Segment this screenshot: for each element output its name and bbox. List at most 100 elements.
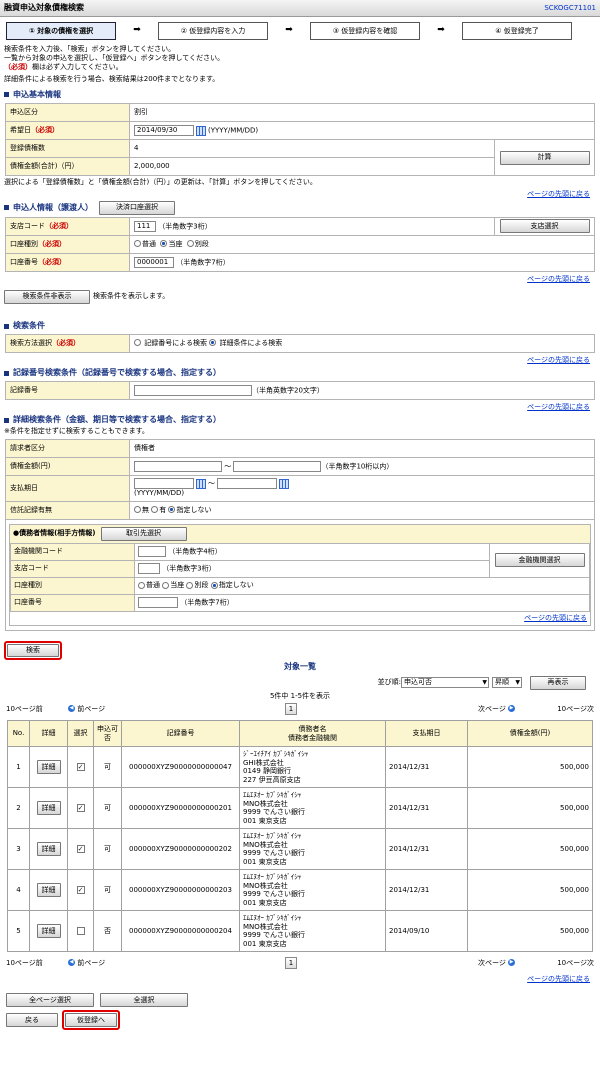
- table-row: 5 詳細 否 000000XYZ90000000000204 ｴﾑｴﾇｵｰ ｶﾌﾞｼｷｶ…: [7, 910, 593, 953]
- step-4: ④ 仮登録完了: [462, 22, 572, 40]
- calendar-icon[interactable]: [279, 478, 290, 489]
- radio-debtor-futsu[interactable]: [138, 581, 145, 589]
- next-page-label: 次ページ: [478, 958, 506, 967]
- table-row: 4 詳細 ✓ 可 000000XYZ90000000000203 ｴﾑｴﾇｵｰ ｶﾌﾞｼｷ…: [7, 869, 593, 912]
- calc-cell: 計算: [494, 139, 595, 176]
- page-number[interactable]: 1: [285, 957, 297, 970]
- radio-credit-unspecified[interactable]: [168, 506, 176, 514]
- result-header-row: No. 詳細 選択 申込可否 記録番号 債務者名 債務者金融機関 支払期日 債権…: [7, 720, 593, 748]
- due-from-input[interactable]: [134, 478, 194, 490]
- amount-from-input[interactable]: [134, 460, 222, 472]
- calendar-icon[interactable]: [196, 125, 206, 136]
- row-select-cell: ✓: [67, 746, 94, 789]
- due-date-cell: 〜 (YYYY/MM/DD): [129, 474, 595, 502]
- section-bullet-icon: [4, 370, 9, 376]
- row-applicable: 否: [93, 910, 122, 953]
- radio-debtor-betsudan[interactable]: [186, 581, 194, 589]
- debtor-account-number-cell: （半角数字7桁）: [134, 593, 590, 612]
- row-select-checkbox[interactable]: [76, 926, 85, 935]
- settlement-account-select-button[interactable]: 決済口座選択: [99, 200, 175, 215]
- row-applicable: 可: [93, 746, 122, 789]
- row-detail-button[interactable]: 詳細: [36, 924, 61, 939]
- amount-to-input[interactable]: [233, 460, 322, 472]
- row-due-date: 2014/12/31: [385, 787, 468, 830]
- calc-button[interactable]: 計算: [499, 150, 590, 165]
- search-method-cell: 記録番号による検索 詳細条件による検索: [129, 333, 595, 353]
- select-all-pages-button[interactable]: 全ページ選択: [6, 993, 94, 1008]
- row-select-checkbox[interactable]: ✓: [76, 885, 85, 894]
- radio-futsu[interactable]: [134, 240, 141, 248]
- back-to-top-link[interactable]: ページの先頭に戻る: [0, 402, 600, 413]
- label-account-number: 口座番号（必須）: [5, 252, 130, 272]
- back-to-top-link[interactable]: ページの先頭に戻る: [0, 274, 600, 285]
- redisplay-button[interactable]: 再表示: [530, 675, 586, 690]
- prev-page-link[interactable]: ◀ 前ページ: [68, 705, 105, 714]
- row-amount: 500,000: [467, 869, 593, 912]
- row-detail-button[interactable]: 詳細: [36, 883, 61, 898]
- order-select[interactable]: 昇順: [492, 677, 522, 688]
- next-page-link[interactable]: 次ページ ▶: [478, 705, 516, 714]
- select-all-button[interactable]: 全選択: [100, 993, 188, 1008]
- due-to-input[interactable]: [217, 478, 278, 490]
- label-credit-record: 信託記録有無: [5, 500, 130, 520]
- branch-code-input[interactable]: 111: [134, 220, 156, 232]
- section-title: 記録番号検索条件（記録番号で検索する場合、指定する）: [13, 368, 221, 378]
- record-number-input[interactable]: [134, 384, 252, 396]
- section-applicant: 申込人情報（譲渡人） 決済口座選択: [0, 200, 600, 216]
- page-number[interactable]: 1: [285, 703, 297, 716]
- calc-note: 選択による「登録債権数」と「債権金額(合計)（円）」の更新は、「計算」ボタンを押…: [4, 178, 317, 186]
- back-to-top-link[interactable]: ページの先頭に戻る: [10, 611, 590, 625]
- radio-search-by-detail[interactable]: [209, 339, 217, 347]
- debtor-branch-code-input[interactable]: [138, 563, 160, 574]
- prev-page-link[interactable]: ◀ 前ページ: [68, 959, 105, 968]
- back-to-top-link[interactable]: ページの先頭に戻る: [0, 189, 600, 200]
- row-select-checkbox[interactable]: ✓: [76, 803, 85, 812]
- account-number-input[interactable]: 0000001: [134, 256, 174, 268]
- back-button[interactable]: 戻る: [6, 1013, 58, 1028]
- debtor-bank: 9999 でんさい銀行: [243, 849, 306, 858]
- branch-select-button[interactable]: 支店選択: [499, 219, 590, 234]
- desired-date-input[interactable]: 2014/09/30: [134, 125, 194, 136]
- row-select-checkbox[interactable]: ✓: [76, 844, 85, 853]
- row-detail-button[interactable]: 詳細: [36, 801, 61, 816]
- radio-label: 当座: [170, 581, 185, 590]
- calendar-icon[interactable]: [196, 478, 206, 489]
- col-detail: 詳細: [29, 720, 68, 748]
- next-10-pages-link[interactable]: 10ページ次: [557, 959, 594, 968]
- back-to-top-link[interactable]: ページの先頭に戻る: [0, 355, 600, 366]
- col-applicable: 申込可否: [93, 720, 122, 748]
- radio-toza[interactable]: [160, 240, 168, 248]
- account-type-cell: 普通 当座 別段: [129, 234, 595, 254]
- branch-code-hint: （半角数字3桁）: [158, 222, 212, 231]
- section-bullet-icon: [4, 205, 9, 211]
- radio-betsudan[interactable]: [186, 240, 194, 248]
- sort-select[interactable]: 申込可否: [401, 677, 489, 688]
- radio-debtor-unspecified[interactable]: [210, 581, 218, 589]
- bank-code-input[interactable]: [138, 546, 166, 557]
- label-desired-date: 希望日（必須）: [5, 121, 130, 140]
- row-select-checkbox[interactable]: ✓: [76, 762, 85, 771]
- radio-credit-none[interactable]: [134, 506, 141, 514]
- label-claim-total: 債権金額(合計)（円）: [5, 157, 130, 176]
- search-button[interactable]: 検索: [7, 643, 59, 657]
- radio-search-by-record[interactable]: [134, 339, 141, 347]
- record-condition-table: 記録番号 （半角英数字20文字）: [5, 380, 595, 400]
- partner-select-button[interactable]: 取引先選択: [100, 526, 187, 541]
- next-10-pages-link[interactable]: 10ページ次: [557, 705, 594, 714]
- back-to-top-link[interactable]: ページの先頭に戻る: [0, 974, 600, 985]
- row-detail-cell: 詳細: [29, 828, 68, 871]
- row-detail-button[interactable]: 詳細: [36, 760, 61, 775]
- debtor-kana: ｴﾑｴﾇｵｰ ｶﾌﾞｼｷｶﾞｲｼｬ: [243, 873, 302, 882]
- prev-10-pages-link[interactable]: 10ページ前: [6, 705, 43, 714]
- to-register-button[interactable]: 仮登録へ: [65, 1013, 117, 1028]
- debtor-info-table: 金融機関コード （半角数字4桁） 金融機関選択 支店コード （半角数字3桁） 口…: [10, 542, 590, 612]
- hide-search-condition-button[interactable]: 検索条件非表示: [4, 289, 90, 304]
- radio-credit-yes[interactable]: [151, 506, 159, 514]
- prev-10-pages-link[interactable]: 10ページ前: [6, 959, 43, 968]
- debtor-account-number-input[interactable]: [138, 597, 178, 608]
- radio-debtor-toza[interactable]: [162, 581, 170, 589]
- bank-select-button[interactable]: 金融機関選択: [494, 553, 585, 567]
- row-detail-button[interactable]: 詳細: [36, 842, 61, 857]
- range-tilde: 〜: [208, 479, 215, 488]
- next-page-link[interactable]: 次ページ ▶: [478, 958, 516, 968]
